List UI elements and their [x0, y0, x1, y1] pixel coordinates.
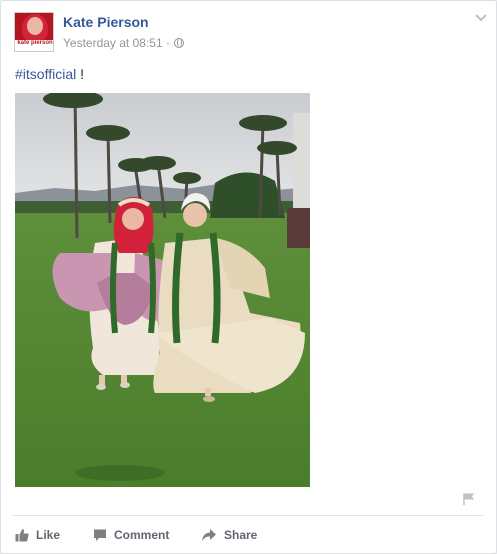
- post-meta: Yesterday at 08:51 ·: [63, 36, 185, 50]
- share-icon: [202, 529, 216, 541]
- photo-illustration: [15, 93, 310, 487]
- globe-icon[interactable]: [174, 38, 185, 48]
- like-label: Like: [36, 528, 61, 542]
- post-card: kate pierson Kate Pierson Yesterday at 0…: [0, 0, 497, 554]
- thumbs-up-icon: [15, 529, 29, 542]
- meta-separator: ·: [165, 36, 170, 50]
- action-bar: Like Comment Share: [13, 521, 483, 549]
- like-button[interactable]: Like: [15, 521, 60, 549]
- post-photo[interactable]: [15, 93, 310, 487]
- avatar[interactable]: kate pierson: [14, 12, 54, 52]
- flag-icon[interactable]: [462, 492, 476, 506]
- post-text: #itsofficial !: [15, 66, 84, 82]
- actions-divider: [13, 515, 483, 516]
- avatar-face: [27, 17, 43, 35]
- share-label: Share: [224, 528, 258, 542]
- post-text-suffix: !: [76, 66, 84, 82]
- post-header: kate pierson Kate Pierson Yesterday at 0…: [14, 12, 484, 54]
- comment-icon: [94, 529, 106, 541]
- comment-button[interactable]: Comment: [93, 521, 169, 549]
- comment-label: Comment: [114, 528, 170, 542]
- share-button[interactable]: Share: [201, 521, 257, 549]
- hashtag-link[interactable]: #itsofficial: [15, 66, 76, 82]
- avatar-caption: kate pierson: [15, 40, 53, 51]
- timestamp[interactable]: Yesterday at 08:51: [63, 36, 163, 50]
- chevron-down-icon[interactable]: [474, 13, 488, 23]
- author-name[interactable]: Kate Pierson: [63, 14, 149, 30]
